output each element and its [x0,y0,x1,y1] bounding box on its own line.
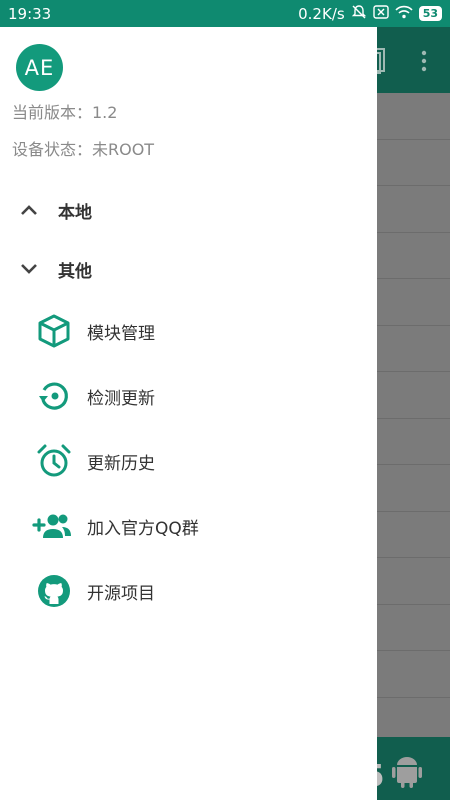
mute-icon [351,4,367,24]
section-other[interactable]: 其他 [0,249,377,289]
menu-item-update-history[interactable]: 更新历史 [0,437,377,485]
menu-item-open-source[interactable]: 开源项目 [0,567,377,615]
chevron-down-icon [19,260,39,282]
android-icon [390,753,424,793]
menu-item-label: 更新历史 [87,454,155,474]
section-other-label: 其他 [58,261,92,282]
update-icon [36,378,72,414]
device-status-text: 设备状态：未ROOT [12,140,155,159]
section-local-label: 本地 [58,202,92,223]
battery-icon: 53 [418,6,442,21]
status-time: 19:33 [8,4,52,23]
github-icon [36,573,72,609]
menu-item-join-qq-group[interactable]: 加入官方QQ群 [0,502,377,550]
section-local[interactable]: 本地 [0,190,377,230]
menu-item-module-management[interactable]: 模块管理 [0,307,377,355]
menu-item-label: 加入官方QQ群 [87,519,199,539]
sim-off-icon [372,4,389,23]
cube-icon [36,313,72,349]
menu-item-label: 检测更新 [87,389,155,409]
navigation-drawer: AE 当前版本：1.2 设备状态：未ROOT 本地 其他 模块管理 检测更新 更… [0,27,377,800]
group-add-icon [32,508,71,544]
menu-item-check-update[interactable]: 检测更新 [0,372,377,420]
wifi-icon [395,5,413,23]
menu-item-label: 模块管理 [87,324,155,344]
menu-item-label: 开源项目 [87,584,155,604]
status-bar: 19:33 0.2K/s 53 [0,0,450,27]
version-text: 当前版本：1.2 [12,103,118,122]
more-vert-icon [416,49,432,77]
alarm-clock-icon [36,443,72,479]
chevron-up-icon [19,201,39,223]
network-speed: 0.2K/s [298,4,345,23]
avatar[interactable]: AE [16,44,63,91]
status-icons: 0.2K/s 53 [298,4,442,24]
